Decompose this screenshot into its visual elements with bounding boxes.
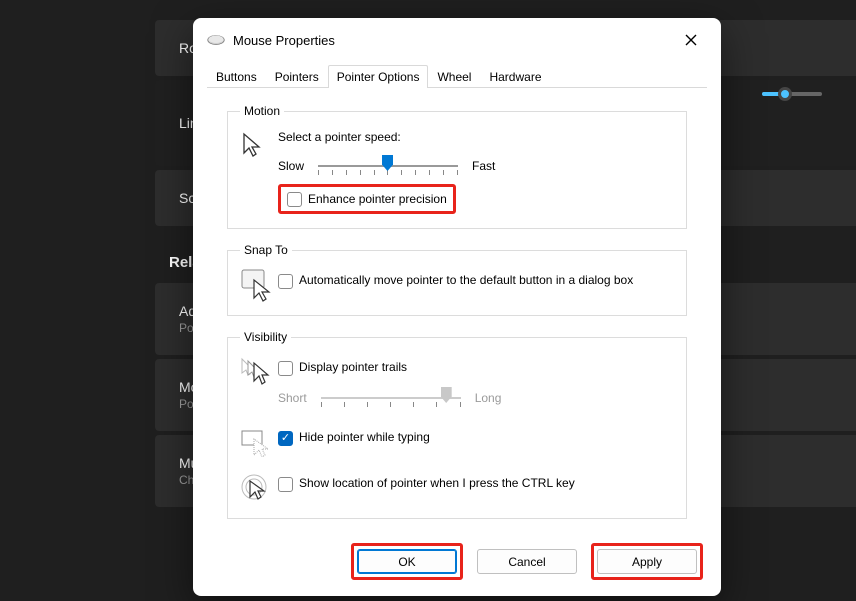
dialog-title: Mouse Properties — [233, 33, 335, 48]
snap-to-checkbox[interactable] — [278, 274, 293, 289]
ctrl-locate-icon — [240, 472, 278, 504]
mouse-icon — [207, 34, 225, 46]
pointer-trails-checkbox[interactable] — [278, 361, 293, 376]
ctrl-locate-checkbox[interactable] — [278, 477, 293, 492]
enhance-precision-highlight: Enhance pointer precision — [278, 184, 456, 214]
trails-short-label: Short — [278, 391, 307, 405]
bg-slider[interactable] — [762, 92, 822, 96]
enhance-precision-checkbox[interactable] — [287, 192, 302, 207]
pointer-trails-label: Display pointer trails — [299, 360, 407, 374]
ok-highlight: OK — [351, 543, 463, 580]
tab-wheel[interactable]: Wheel — [428, 65, 480, 88]
ctrl-locate-label: Show location of pointer when I press th… — [299, 476, 575, 490]
pointer-speed-icon — [240, 130, 278, 162]
ok-button[interactable]: OK — [357, 549, 457, 574]
dialog-buttons: OK Cancel Apply — [193, 525, 721, 596]
pointer-speed-slider[interactable] — [318, 154, 458, 178]
tab-panel: Motion Select a pointer speed: Slow Fas — [207, 87, 707, 519]
apply-highlight: Apply — [591, 543, 703, 580]
motion-group: Motion Select a pointer speed: Slow Fas — [227, 104, 687, 229]
snap-to-legend: Snap To — [240, 243, 292, 257]
snap-to-icon — [240, 269, 278, 301]
enhance-precision-label: Enhance pointer precision — [308, 192, 447, 206]
hide-pointer-label: Hide pointer while typing — [299, 430, 430, 444]
close-button[interactable] — [675, 28, 707, 52]
pointer-trails-icon — [240, 356, 278, 388]
snap-to-label: Automatically move pointer to the defaul… — [299, 273, 633, 287]
tabs: Buttons Pointers Pointer Options Wheel H… — [193, 58, 721, 87]
visibility-legend: Visibility — [240, 330, 291, 344]
titlebar: Mouse Properties — [193, 18, 721, 58]
tab-pointer-options[interactable]: Pointer Options — [328, 65, 429, 88]
cancel-button[interactable]: Cancel — [477, 549, 577, 574]
mouse-properties-dialog: Mouse Properties Buttons Pointers Pointe… — [193, 18, 721, 596]
hide-pointer-icon — [240, 426, 278, 458]
snap-to-group: Snap To Automatically move pointer to th… — [227, 243, 687, 316]
pointer-trails-slider — [321, 386, 461, 410]
hide-pointer-checkbox[interactable]: ✓ — [278, 431, 293, 446]
slow-label: Slow — [278, 159, 304, 173]
trails-long-label: Long — [475, 391, 502, 405]
tab-hardware[interactable]: Hardware — [480, 65, 550, 88]
motion-legend: Motion — [240, 104, 284, 118]
visibility-group: Visibility Display pointer trails — [227, 330, 687, 519]
pointer-speed-label: Select a pointer speed: — [278, 130, 674, 144]
tab-buttons[interactable]: Buttons — [207, 65, 266, 88]
fast-label: Fast — [472, 159, 495, 173]
apply-button[interactable]: Apply — [597, 549, 697, 574]
tab-pointers[interactable]: Pointers — [266, 65, 328, 88]
